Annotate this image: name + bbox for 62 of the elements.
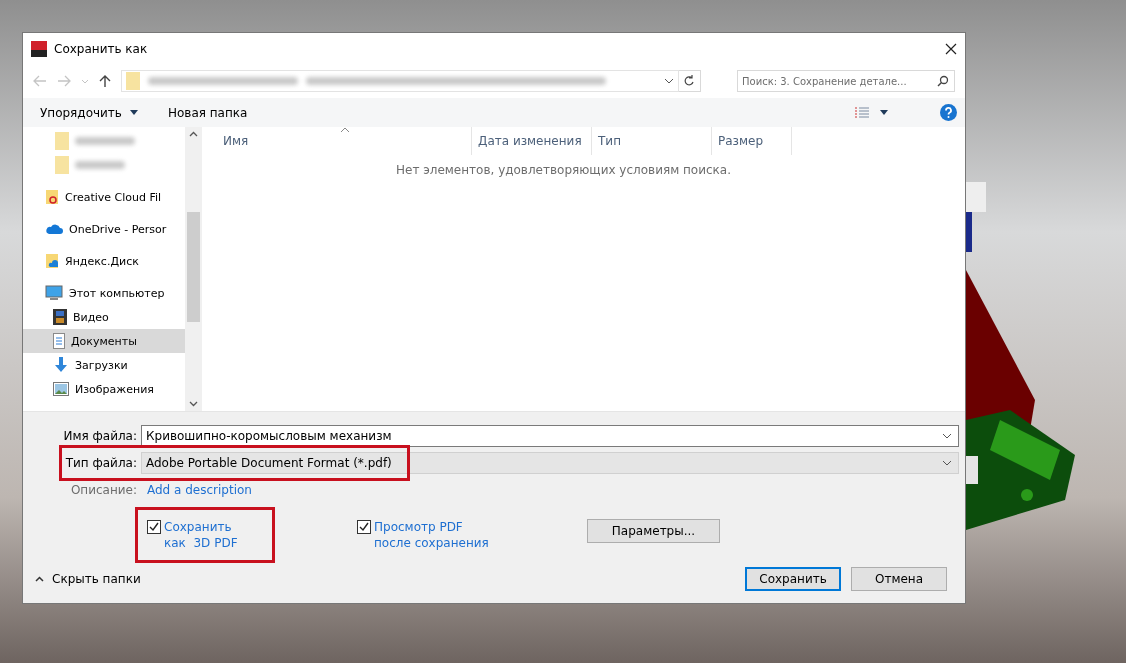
organize-menu[interactable]: Упорядочить: [40, 105, 138, 120]
up-button[interactable]: [99, 74, 111, 88]
empty-message: Нет элементов, удовлетворяющих условиям поиска.: [394, 163, 733, 177]
sidebar-item[interactable]: Этот компьютер: [23, 281, 185, 305]
column-header[interactable]: Имя: [217, 127, 472, 155]
new-folder-button[interactable]: Новая папка: [167, 105, 248, 120]
filetype-dropdown[interactable]: Adobe Portable Document Format (*.pdf): [141, 452, 959, 474]
chevron-icon: [942, 433, 952, 439]
description-label: Описание:: [69, 483, 138, 497]
refresh-icon: [684, 75, 695, 87]
folder-icon: [45, 253, 59, 269]
sidebar-item[interactable]: Видео: [23, 305, 185, 329]
computer-icon: [45, 285, 63, 301]
parameters-button[interactable]: Параметры...: [587, 519, 720, 543]
dialog-button[interactable]: Сохранить: [745, 567, 841, 591]
cloud-icon: [45, 223, 63, 235]
checkbox[interactable]: [357, 520, 371, 534]
caret-icon: [880, 110, 888, 115]
help-button[interactable]: [940, 104, 957, 121]
checkbox-label[interactable]: Сохранить как 3D PDF: [164, 519, 257, 551]
column-header[interactable]: Тип: [592, 127, 712, 155]
window-title: Сохранить как: [54, 41, 149, 56]
view-options-button[interactable]: [854, 106, 888, 119]
blurred-folder-name: [75, 137, 135, 145]
folder-icon: [126, 72, 140, 90]
app-logo-icon: [31, 40, 47, 57]
image-icon: [53, 382, 69, 396]
document-icon: [53, 333, 65, 349]
filename-label: Имя файла:: [62, 429, 138, 443]
folder-icon: [45, 189, 59, 205]
chevron-icon: [664, 78, 674, 84]
sidebar-item[interactable]: Изображения: [23, 377, 185, 401]
checkbox[interactable]: [147, 520, 161, 534]
folder-icon: [55, 156, 69, 174]
search-icon: [937, 75, 949, 87]
sidebar-item[interactable]: Яндекс.Диск: [23, 249, 185, 273]
filetype-label: Тип файла:: [64, 456, 138, 470]
folder-icon: [55, 132, 69, 150]
sidebar-item[interactable]: Документы: [23, 329, 185, 353]
sort-caret-icon: [340, 127, 350, 133]
add-description-link[interactable]: Add a description: [147, 483, 252, 497]
column-header[interactable]: Дата изменения: [472, 127, 592, 155]
sidebar-item[interactable]: Загрузки: [23, 353, 185, 377]
chevron-up-icon: [35, 576, 44, 582]
sidebar-item[interactable]: OneDrive - Persor: [23, 217, 185, 241]
scroll-down-icon: [189, 401, 198, 407]
search-field[interactable]: Поиск: 3. Сохранение детале...: [737, 70, 955, 92]
scroll-up-icon: [189, 131, 198, 137]
chevron-icon: [942, 460, 952, 466]
filename-field[interactable]: Кривошипно-коромысловым механизм: [141, 425, 959, 447]
blurred-folder-name: [75, 161, 125, 169]
sidebar-item[interactable]: Creative Cloud Fil: [23, 185, 185, 209]
download-icon: [53, 357, 69, 373]
scrollbar[interactable]: [185, 127, 202, 411]
close-button[interactable]: [945, 42, 957, 55]
film-icon: [53, 309, 67, 325]
column-header[interactable]: Размер: [712, 127, 792, 155]
checkbox-label[interactable]: Просмотр PDF после сохранения: [374, 519, 497, 551]
hide-folders-button[interactable]: Скрыть папки: [35, 572, 141, 586]
refresh-button[interactable]: [679, 70, 701, 92]
caret-icon: [129, 110, 138, 115]
dialog-button[interactable]: Отмена: [851, 567, 947, 591]
